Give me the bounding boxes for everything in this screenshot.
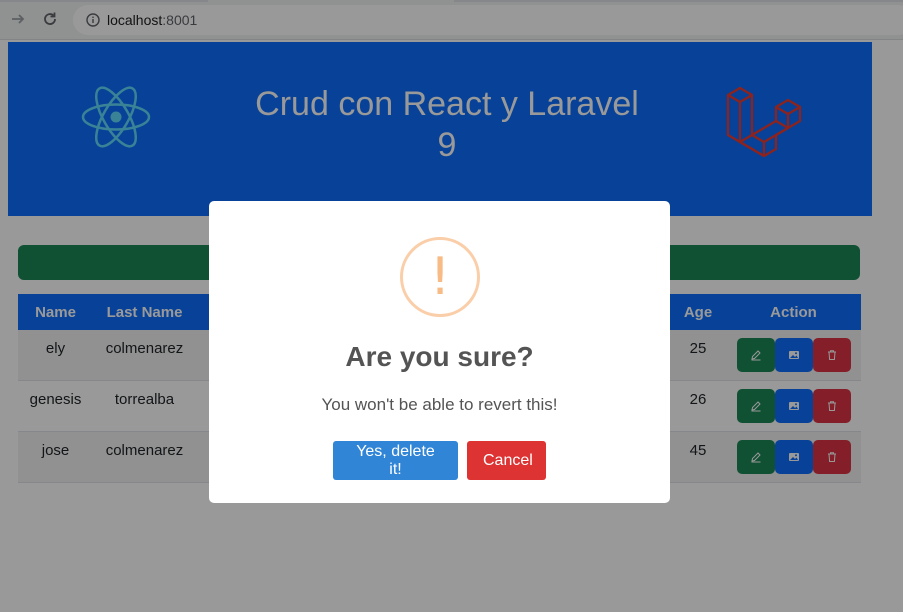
cancel-button[interactable]: Cancel (467, 441, 546, 480)
dialog-title: Are you sure? (345, 341, 534, 372)
confirm-dialog: ! Are you sure? You won't be able to rev… (209, 201, 670, 503)
dialog-message: You won't be able to revert this! (321, 395, 558, 414)
warning-icon: ! (400, 237, 480, 317)
confirm-delete-button[interactable]: Yes, delete it! (333, 441, 458, 480)
dialog-actions: Yes, delete it! Cancel (209, 441, 670, 480)
